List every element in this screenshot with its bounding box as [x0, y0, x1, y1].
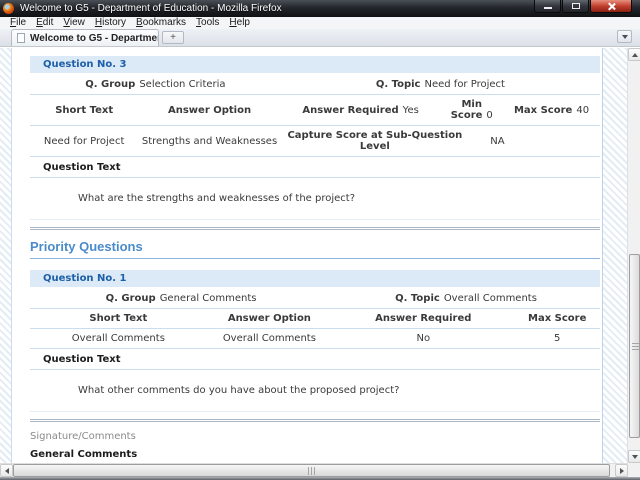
page-favicon-icon — [17, 33, 25, 43]
table-data-row: Need for Project Strengths and Weaknesse… — [30, 126, 600, 157]
col-answer-option: Answer Option — [138, 105, 281, 116]
scrollbar-corner — [628, 463, 640, 477]
q-topic-label: Q. Topic — [376, 79, 421, 90]
question-text-heading: Question Text — [30, 349, 600, 370]
q-group-label: Q. Group — [85, 79, 135, 90]
tab-title: Welcome to G5 - Department of Edu... — [30, 33, 159, 44]
min-score-value: 0 — [486, 110, 492, 121]
question-text-heading: Question Text — [30, 157, 600, 178]
short-text-value: Need for Project — [30, 136, 138, 147]
arrow-up-icon — [632, 53, 638, 57]
minimize-button[interactable] — [534, 0, 561, 13]
arrow-right-icon — [620, 468, 624, 474]
close-icon — [607, 2, 616, 11]
col-min-score: Min Score0 — [440, 99, 503, 121]
q-group-cell: Q. Group Selection Criteria — [30, 79, 281, 90]
q-topic-value: Need for Project — [424, 79, 504, 90]
menu-view[interactable]: View — [58, 17, 90, 29]
table-row: Q. Group Selection Criteria Q. TopicNeed … — [30, 75, 600, 95]
signature-comments-title: Signature/Comments — [30, 422, 600, 443]
menu-file[interactable]: File — [5, 17, 31, 29]
table-data-row: Overall Comments Overall Comments No 5 — [30, 329, 600, 349]
col-short-text: Short Text — [30, 313, 207, 324]
col-answer-option: Answer Option — [207, 313, 332, 324]
horizontal-scrollbar-thumb[interactable] — [13, 464, 610, 477]
q-topic-cell: Q. TopicNeed for Project — [281, 79, 600, 90]
vertical-scrollbar[interactable] — [627, 48, 640, 463]
new-tab-button[interactable]: + — [162, 31, 184, 44]
priority-questions-heading: Priority Questions — [30, 230, 600, 259]
table-header-row: Short Text Answer Option Answer Required… — [30, 95, 600, 126]
col-answer-required: Answer Required — [332, 313, 514, 324]
menu-bar: File Edit View History Bookmarks Tools H… — [0, 17, 640, 29]
restore-icon — [572, 3, 580, 9]
answer-option-value: Strengths and Weaknesses — [138, 136, 281, 147]
answer-required-value: No — [332, 333, 514, 344]
question-text: What are the strengths and weaknesses of… — [30, 178, 600, 220]
menu-tools[interactable]: Tools — [191, 17, 224, 29]
firefox-window: Welcome to G5 - Department of Education … — [0, 0, 640, 480]
page-right-margin-stripes — [603, 48, 627, 463]
page-left-margin-stripes — [0, 48, 12, 463]
question-text: What other comments do you have about th… — [30, 370, 600, 412]
browser-viewport: Question No. 3 Q. Group Selection Criteri… — [0, 48, 640, 463]
col-short-text: Short Text — [30, 105, 138, 116]
col-answer-required: Answer RequiredYes — [281, 105, 441, 116]
menu-history[interactable]: History — [90, 17, 131, 29]
short-text-value: Overall Comments — [30, 333, 207, 344]
q-topic-cell: Q. Topic Overall Comments — [332, 293, 600, 304]
title-bar: Welcome to G5 - Department of Education … — [0, 0, 640, 17]
q-group-cell: Q. Group General Comments — [30, 293, 332, 304]
q-group-value: General Comments — [160, 293, 257, 304]
question-section-header: Question No. 3 — [30, 56, 600, 73]
menu-edit[interactable]: Edit — [31, 17, 58, 29]
menu-help[interactable]: Help — [224, 17, 255, 29]
minimize-icon — [544, 7, 552, 9]
window-title: Welcome to G5 - Department of Education … — [20, 3, 282, 14]
max-score-value: 40 — [576, 105, 589, 116]
scrollbar-grip-icon — [308, 467, 316, 475]
general-comments-label: General Comments — [30, 443, 600, 461]
capture-score-label: Capture Score at Sub-Question Level — [281, 130, 469, 152]
chevron-down-icon — [622, 35, 628, 39]
restore-button[interactable] — [562, 0, 589, 13]
col-max-score: Max Score — [514, 313, 600, 324]
horizontal-scrollbar[interactable] — [0, 463, 628, 477]
q-topic-label: Q. Topic — [395, 293, 440, 304]
firefox-icon — [3, 3, 14, 14]
window-controls — [533, 0, 632, 13]
q-group-label: Q. Group — [106, 293, 156, 304]
scroll-down-button[interactable] — [628, 450, 640, 463]
scroll-up-button[interactable] — [628, 48, 640, 61]
col-max-score: Max Score40 — [503, 105, 600, 116]
vertical-scrollbar-thumb[interactable] — [629, 254, 640, 438]
scrollbar-grip-icon — [632, 342, 639, 350]
arrow-left-icon — [5, 468, 9, 474]
answer-required-value: Yes — [403, 105, 419, 116]
g5-page-content: Question No. 3 Q. Group Selection Criteri… — [13, 48, 603, 463]
q-topic-value: Overall Comments — [444, 293, 537, 304]
table-row: Q. Group General Comments Q. Topic Overall… — [30, 289, 600, 309]
table-header-row: Short Text Answer Option Answer Required… — [30, 309, 600, 329]
close-button[interactable] — [590, 0, 632, 13]
max-score-value: 5 — [514, 333, 600, 344]
scroll-left-button[interactable] — [0, 464, 13, 477]
scroll-right-button[interactable] — [615, 464, 628, 477]
question-section-header: Question No. 1 — [30, 270, 600, 287]
arrow-down-icon — [632, 455, 638, 459]
tab-bar: Welcome to G5 - Department of Edu... + — [0, 29, 640, 47]
capture-score-value: NA — [469, 136, 526, 147]
q-group-value: Selection Criteria — [139, 79, 225, 90]
menu-bookmarks[interactable]: Bookmarks — [131, 17, 191, 29]
list-all-tabs-button[interactable] — [617, 30, 632, 43]
active-tab[interactable]: Welcome to G5 - Department of Edu... — [11, 29, 159, 46]
answer-option-value: Overall Comments — [207, 333, 332, 344]
